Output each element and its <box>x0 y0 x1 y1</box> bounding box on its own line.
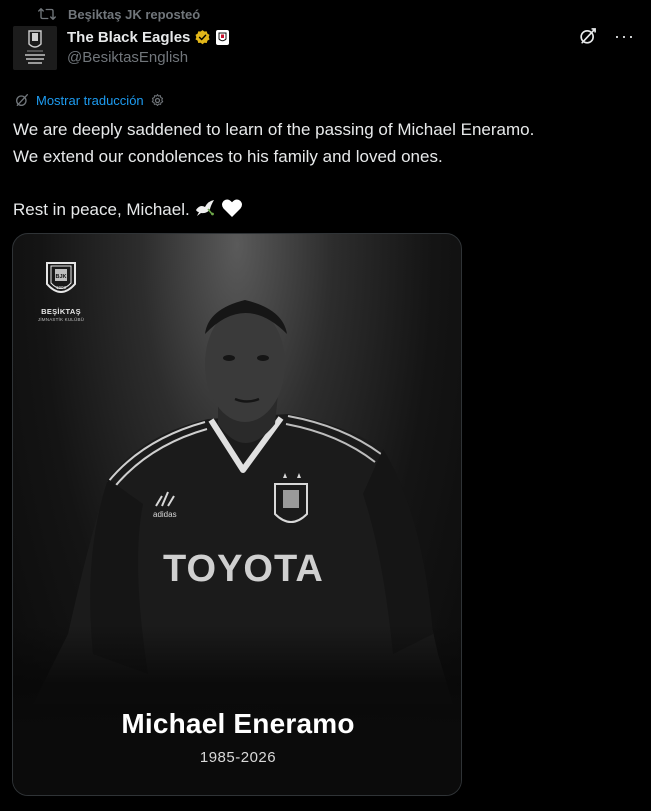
tweet-header: The Black Eagles @BesiktasEnglish <box>67 26 230 66</box>
tweet-actions: ··· <box>578 26 635 46</box>
tweet-line-3-row: Rest in peace, Michael. <box>13 196 633 223</box>
shirt-sponsor-text: TOYOTA <box>163 548 324 590</box>
affiliate-badge-icon[interactable] <box>216 29 230 45</box>
white-heart-icon <box>222 199 243 217</box>
avatar[interactable] <box>13 26 57 70</box>
tweet-line-3: Rest in peace, Michael. <box>13 200 190 219</box>
player-years: 1985-2026 <box>199 749 277 766</box>
tweet-media-image[interactable]: adidas TOYOTA BJK 1903 BEŞİKTAŞ JİMNASTİ… <box>12 233 462 796</box>
club-logo: BJK 1903 BEŞİKTAŞ JİMNASTİK KULÜBÜ <box>35 260 87 322</box>
author-handle[interactable]: @BesiktasEnglish <box>67 49 229 66</box>
translate-label[interactable]: Mostrar traducción <box>36 93 144 108</box>
more-options-button[interactable]: ··· <box>614 26 635 46</box>
bjk-mini-icon <box>218 32 227 41</box>
verified-badge-icon <box>195 29 210 44</box>
tweet-text: We are deeply saddened to learn of the p… <box>13 116 633 223</box>
repost-text: Beşiktaş JK reposteó <box>68 6 201 22</box>
tweet-line-2: We extend our condolences to his family … <box>13 147 443 166</box>
repost-icon <box>38 8 56 20</box>
repost-indicator[interactable]: Beşiktaş JK reposteó <box>38 4 200 24</box>
black-eagles-logo <box>13 26 57 70</box>
bjk-crest-icon: BJK 1903 <box>46 262 76 293</box>
crest-year: 1903 <box>56 285 67 290</box>
author-name[interactable]: The Black Eagles <box>67 29 190 46</box>
grok-translate-icon <box>16 94 28 106</box>
tweet-line-1: We are deeply saddened to learn of the p… <box>13 120 535 139</box>
translate-link[interactable]: Mostrar traducción <box>14 92 165 108</box>
club-name: BEŞİKTAŞ <box>41 307 81 316</box>
player-name: Michael Eneramo <box>121 708 355 739</box>
dove-icon <box>196 200 215 216</box>
club-subtitle: JİMNASTİK KULÜBÜ <box>37 317 85 322</box>
kit-brand-text: adidas <box>153 510 177 519</box>
gear-icon[interactable] <box>150 93 165 108</box>
grok-icon[interactable] <box>578 26 598 46</box>
crest-text: BJK <box>55 274 66 280</box>
